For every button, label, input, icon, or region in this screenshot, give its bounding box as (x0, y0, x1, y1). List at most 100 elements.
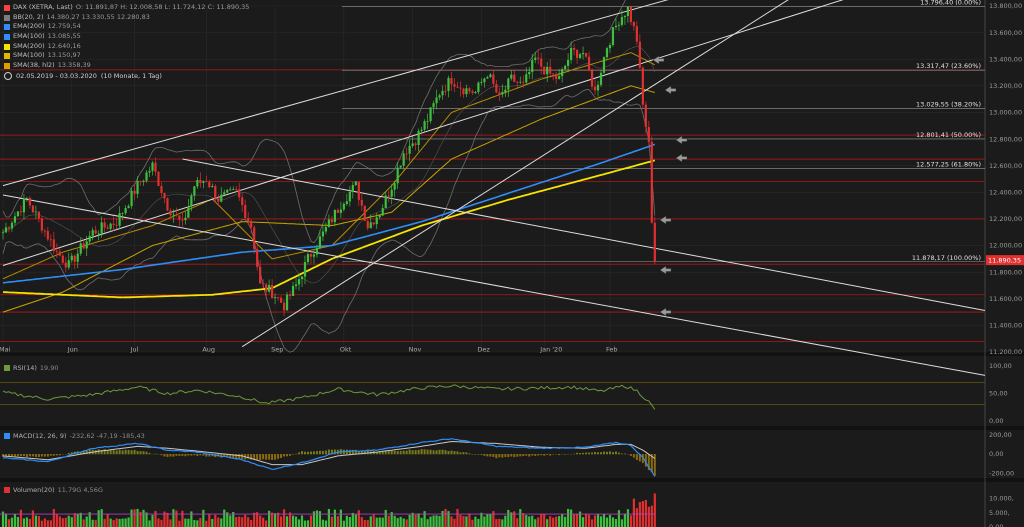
candle-body (513, 74, 516, 82)
candle-body (94, 230, 97, 234)
candle-body (605, 48, 609, 58)
volume-bar (336, 516, 339, 527)
volume-bar (414, 514, 417, 527)
candle-body (351, 185, 354, 192)
volume-bar (318, 511, 322, 527)
volume-bar (647, 506, 650, 527)
volume-bar (273, 513, 277, 527)
macd-histogram-bar (259, 454, 262, 460)
candlestick-icon (4, 4, 10, 11)
candle-body (324, 226, 328, 232)
month-label: Jan '20 (539, 346, 562, 354)
macd-histogram-bar (573, 453, 576, 455)
macd-histogram-bar (40, 454, 43, 457)
volume-bar (438, 515, 441, 527)
candle-body (602, 57, 606, 73)
macd-histogram-bar (402, 450, 405, 455)
macd-histogram-bar (286, 454, 289, 457)
volume-bar (321, 519, 325, 527)
volume-bar (330, 516, 333, 527)
fib-level-label: 12.801,41 (50.00%) (916, 131, 981, 139)
macd-histogram-bar (441, 449, 444, 455)
macd-histogram-bar (384, 451, 387, 455)
candle-body (130, 190, 133, 207)
volume-bar (537, 517, 540, 527)
macd-histogram-bar (432, 450, 435, 455)
macd-histogram-bar (591, 452, 594, 455)
candle-body (584, 52, 588, 57)
macd-histogram-bar (504, 454, 507, 457)
candle-body (247, 217, 250, 222)
candle-body (635, 26, 638, 42)
volume-bar (581, 517, 585, 527)
macd-histogram-bar (169, 454, 172, 457)
candle-body (250, 221, 253, 228)
candle-body (372, 222, 375, 225)
volume-bar (486, 514, 489, 527)
volume-bar (16, 516, 20, 527)
volume-bar (411, 512, 414, 527)
macd-tick-label: 0,00 (989, 450, 1003, 458)
candle-body (567, 59, 570, 66)
macd-histogram-bar (292, 454, 295, 455)
legend-swatch (4, 24, 10, 31)
candle-body (82, 243, 85, 249)
candle-body (510, 74, 513, 79)
volume-bar (363, 519, 366, 527)
candle-body (112, 223, 115, 225)
candle-body (339, 209, 342, 213)
macd-histogram-bar (312, 451, 315, 455)
candle-body (429, 107, 432, 122)
period-text: (10 Monate, 1 Tag) (100, 72, 162, 80)
macd-histogram-bar (549, 454, 552, 456)
fib-level-label: 11.878,17 (100.00%) (912, 254, 981, 262)
candle-body (575, 49, 579, 58)
volume-bar (300, 515, 304, 527)
volume-bar (528, 516, 531, 527)
macd-histogram-bar (315, 451, 318, 455)
macd-histogram-bar (166, 454, 169, 457)
macd-histogram-bar (588, 452, 591, 455)
volume-bar (268, 510, 271, 527)
candle-body (190, 195, 193, 207)
month-label: Aug (202, 346, 215, 354)
candle-body (169, 210, 172, 216)
candle-body (279, 297, 283, 303)
macd-histogram-bar (495, 454, 498, 459)
candle-body (49, 239, 52, 241)
candle-body (303, 261, 307, 277)
candle-body (211, 186, 214, 188)
candle-body (79, 243, 82, 254)
candle-body (495, 83, 498, 93)
volume-bar (19, 509, 23, 527)
macd-histogram-bar (498, 454, 501, 458)
candle-body (369, 222, 372, 229)
macd-histogram-bar (321, 450, 324, 455)
macd-histogram-bar (348, 449, 351, 455)
candle-body (423, 121, 426, 130)
macd-histogram-bar (629, 454, 632, 456)
volume-bar (40, 520, 43, 527)
fib-level-label: 13.317,47 (23.60%) (916, 62, 981, 70)
volume-bar (483, 516, 486, 527)
volume-bar (25, 517, 29, 527)
candle-body (396, 167, 399, 184)
panel-separator (0, 426, 1024, 430)
legend-sma38: SMA(38, hl2) 13.358,39 (4, 61, 249, 71)
candle-body (459, 87, 462, 89)
panel-separator (0, 478, 1024, 482)
volume-bar (540, 514, 543, 527)
macd-histogram-bar (112, 450, 115, 455)
candle-body (193, 186, 196, 196)
macd-histogram-bar (399, 450, 402, 455)
macd-histogram-bar (283, 454, 286, 457)
macd-histogram-bar (605, 451, 608, 455)
candle-body (253, 227, 256, 249)
legend-main-values: O: 11.891,87 H: 12.008,58 L: 11.724,12 C… (75, 3, 250, 11)
candle-body (232, 189, 235, 190)
candle-body (417, 131, 420, 145)
candle-body (426, 121, 429, 122)
volume-bar (561, 513, 564, 527)
volume-bar (184, 518, 187, 527)
volume-bar (623, 513, 627, 527)
